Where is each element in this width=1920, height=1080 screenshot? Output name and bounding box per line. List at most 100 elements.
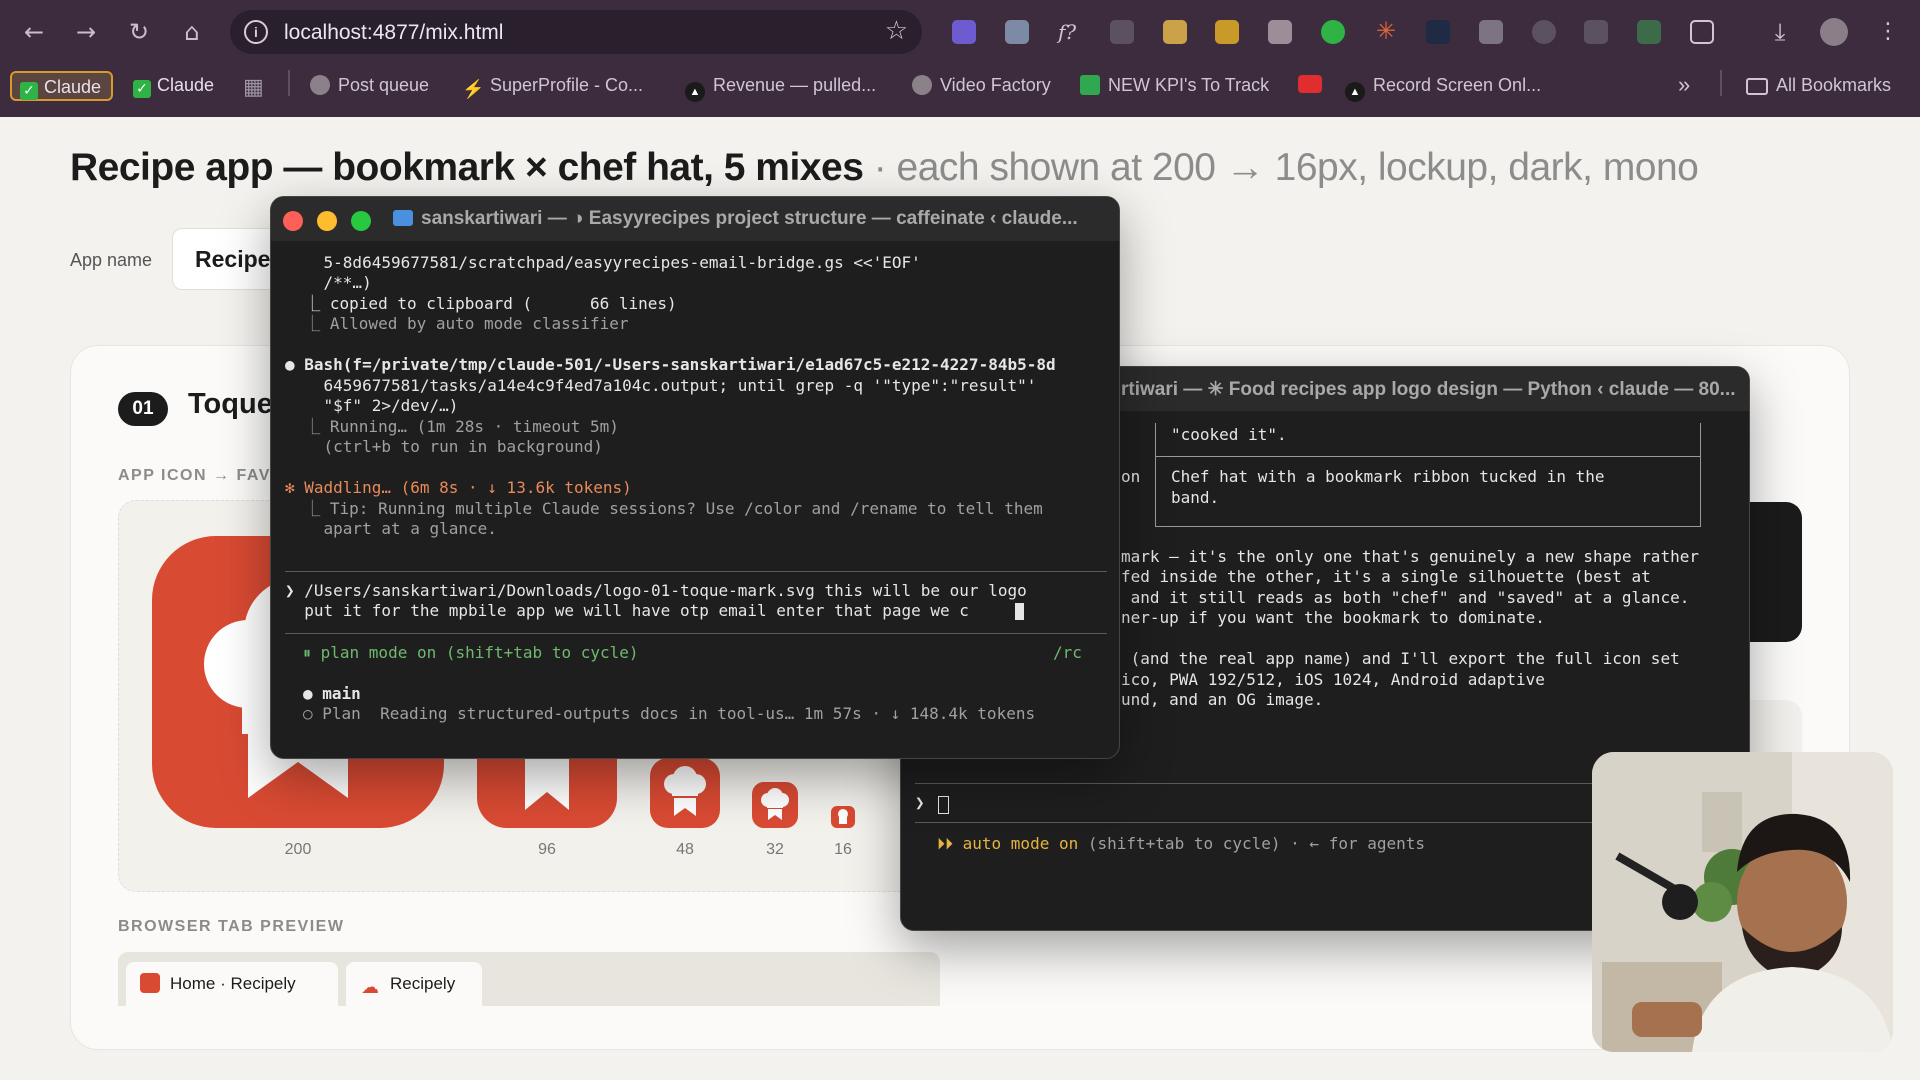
table-cell: "cooked it". xyxy=(1171,425,1287,444)
browser-tab-preview: Home · Recipely ☁ Recipely xyxy=(118,952,940,1006)
branch-name: main xyxy=(322,684,361,703)
bookmark-revenue[interactable]: ▲ Revenue — pulled... xyxy=(685,70,876,102)
extension-icon[interactable] xyxy=(1005,20,1029,44)
bookmark-record-screen[interactable]: ▲ Record Screen Onl... xyxy=(1345,70,1541,102)
table-cell: on xyxy=(1121,467,1141,486)
prompt-input-cursor[interactable] xyxy=(938,796,949,814)
site-info-icon[interactable]: i xyxy=(244,20,268,44)
extension-icon[interactable] xyxy=(1321,20,1345,44)
terminal-output-line: ⎿ copied to clipboard ( 66 lines) xyxy=(285,294,677,313)
prompt-input-line[interactable]: put it for the mpbile app we will have o… xyxy=(285,601,969,622)
bookmark-label: Post queue xyxy=(338,75,430,95)
icon-size-label: 96 xyxy=(538,841,556,858)
green-check-icon: ✓ xyxy=(20,82,38,100)
branch-dot-icon: ● xyxy=(303,684,323,703)
table-cell: Chef hat with a bookmark ribbon tucked i… xyxy=(1171,467,1605,507)
zoom-window-button[interactable] xyxy=(351,211,371,231)
download-icon[interactable]: ⤓ xyxy=(1768,20,1792,44)
extension-icon[interactable] xyxy=(952,20,976,44)
folder-icon xyxy=(1746,78,1768,95)
text-cursor xyxy=(1015,603,1024,620)
reload-button[interactable]: ↻ xyxy=(124,17,154,47)
page-title: Recipe app — bookmark × chef hat, 5 mixe… xyxy=(70,146,1699,190)
apps-grid-icon[interactable]: ▦ xyxy=(243,72,264,102)
tab-preview-recipely[interactable]: ☁ Recipely xyxy=(346,962,482,1006)
lightning-icon: ⚡ xyxy=(462,79,485,99)
terminal-status-line: ✻ Waddling… (6m 8s · ↓ 13.6k tokens) xyxy=(285,478,632,497)
bookmark-post-queue[interactable]: Post queue xyxy=(310,70,429,100)
terminal-output-line: (ctrl+b to run in background) xyxy=(285,437,603,456)
chef-hat-favicon-icon: ☁ xyxy=(361,977,379,997)
section-label-favicon: APP ICON → FAV xyxy=(118,467,271,484)
table-divider xyxy=(1155,456,1701,457)
icon-size-label: 32 xyxy=(766,841,784,858)
page-title-sub: · each shown at 200 → 16px, lockup, dark… xyxy=(873,146,1699,189)
bookmark-label: All Bookmarks xyxy=(1776,75,1892,95)
icon-size-label: 16 xyxy=(834,841,852,858)
plan-mode-status: ⏸ plan mode on (shift+tab to cycle) xyxy=(303,643,639,662)
extension-icon[interactable] xyxy=(1426,20,1450,44)
triangle-icon: ▲ xyxy=(1345,82,1365,102)
globe-icon xyxy=(912,75,932,95)
page-title-main: Recipe app — bookmark × chef hat, 5 mixe… xyxy=(70,146,864,189)
back-button[interactable]: ← xyxy=(19,17,49,47)
shield-extension-icon[interactable] xyxy=(1479,20,1503,44)
prompt-caret: ❯ xyxy=(915,793,925,812)
icon-size-label: 200 xyxy=(284,841,312,858)
bookmark-star-icon[interactable]: ☆ xyxy=(885,16,908,46)
menu-kebab-icon[interactable]: ⋮ xyxy=(1876,20,1900,44)
browser-chrome: ← → ↻ ⌂ i localhost:4877/mix.html ☆ f? ✳… xyxy=(0,0,1920,117)
terminal-output-line: "$f" 2>/dev/…) xyxy=(285,396,459,415)
extension-icon[interactable] xyxy=(1215,20,1239,44)
extension-icon[interactable] xyxy=(1532,20,1556,44)
icon-size-label: 48 xyxy=(676,841,694,858)
terminal-output-line: ner-up if you want the bookmark to domin… xyxy=(1121,608,1545,627)
camera-extension-icon[interactable] xyxy=(1110,20,1134,44)
bookmark-claude[interactable]: ✓ Claude xyxy=(125,71,224,101)
address-bar[interactable]: i localhost:4877/mix.html ☆ xyxy=(230,10,922,54)
sheets-icon xyxy=(1080,75,1100,95)
extension-icon[interactable] xyxy=(1268,20,1292,44)
prompt-input-line[interactable]: ❯ /Users/sanskartiwari/Downloads/logo-01… xyxy=(285,581,1027,602)
concept-number-badge: 01 xyxy=(118,392,168,426)
url-text[interactable]: localhost:4877/mix.html xyxy=(284,21,503,45)
auto-mode-status: ⏵⏵ auto mode on (shift+tab to cycle) · ←… xyxy=(937,834,1425,855)
more-bookmarks-icon[interactable]: » xyxy=(1678,70,1690,100)
home-button[interactable]: ⌂ xyxy=(177,17,207,47)
claude-extension-icon[interactable]: ✳ xyxy=(1374,20,1398,44)
extension-icon[interactable] xyxy=(1163,20,1187,44)
extension-icon[interactable] xyxy=(1584,20,1608,44)
section-label-tab-preview: BROWSER TAB PREVIEW xyxy=(118,918,345,935)
app-icon-32 xyxy=(752,782,798,828)
extensions-puzzle-icon[interactable] xyxy=(1690,20,1714,44)
profile-avatar[interactable] xyxy=(1820,18,1848,46)
presenter-video-image xyxy=(1592,752,1893,1052)
minimize-window-button[interactable] xyxy=(317,211,337,231)
tab-preview-home[interactable]: Home · Recipely xyxy=(126,962,338,1006)
terminal-window-project-structure[interactable]: sanskartiwari — ◑ Easyyrecipes project s… xyxy=(270,196,1120,759)
bookmark-video-factory[interactable]: Video Factory xyxy=(912,70,1051,100)
bookmark-kpis[interactable]: NEW KPI's To Track xyxy=(1080,70,1269,100)
tab-separator: · xyxy=(215,974,231,993)
green-check-icon: ✓ xyxy=(133,80,151,98)
terminal-output-line: /**…) xyxy=(285,273,372,292)
extension-icon[interactable] xyxy=(1637,20,1661,44)
auto-mode-hint: (shift+tab to cycle) · ← for agents xyxy=(1078,834,1426,853)
terminal-output-line: ⎿ Allowed by auto mode classifier xyxy=(285,314,629,333)
app-name-label: App name xyxy=(70,250,153,270)
bookmark-label: SuperProfile - Co... xyxy=(490,75,644,95)
bookmark-label: Claude xyxy=(157,75,215,95)
forward-button[interactable]: → xyxy=(71,17,101,47)
close-window-button[interactable] xyxy=(283,211,303,231)
toque-mark-icon xyxy=(664,766,706,816)
youtube-icon[interactable] xyxy=(1298,75,1322,93)
triangle-icon: ▲ xyxy=(685,82,705,102)
app-icon-16 xyxy=(831,806,855,828)
bookmark-all[interactable]: All Bookmarks xyxy=(1746,70,1891,100)
prompt-divider xyxy=(285,633,1107,634)
formula-extension-icon[interactable]: f? xyxy=(1058,20,1082,44)
bookmark-claude-active[interactable]: ✓ Claude xyxy=(10,71,114,101)
tab-title: Recipely xyxy=(390,974,456,993)
rc-indicator: /rc xyxy=(1053,643,1082,662)
bookmark-superprofile[interactable]: ⚡ SuperProfile - Co... xyxy=(462,70,643,100)
